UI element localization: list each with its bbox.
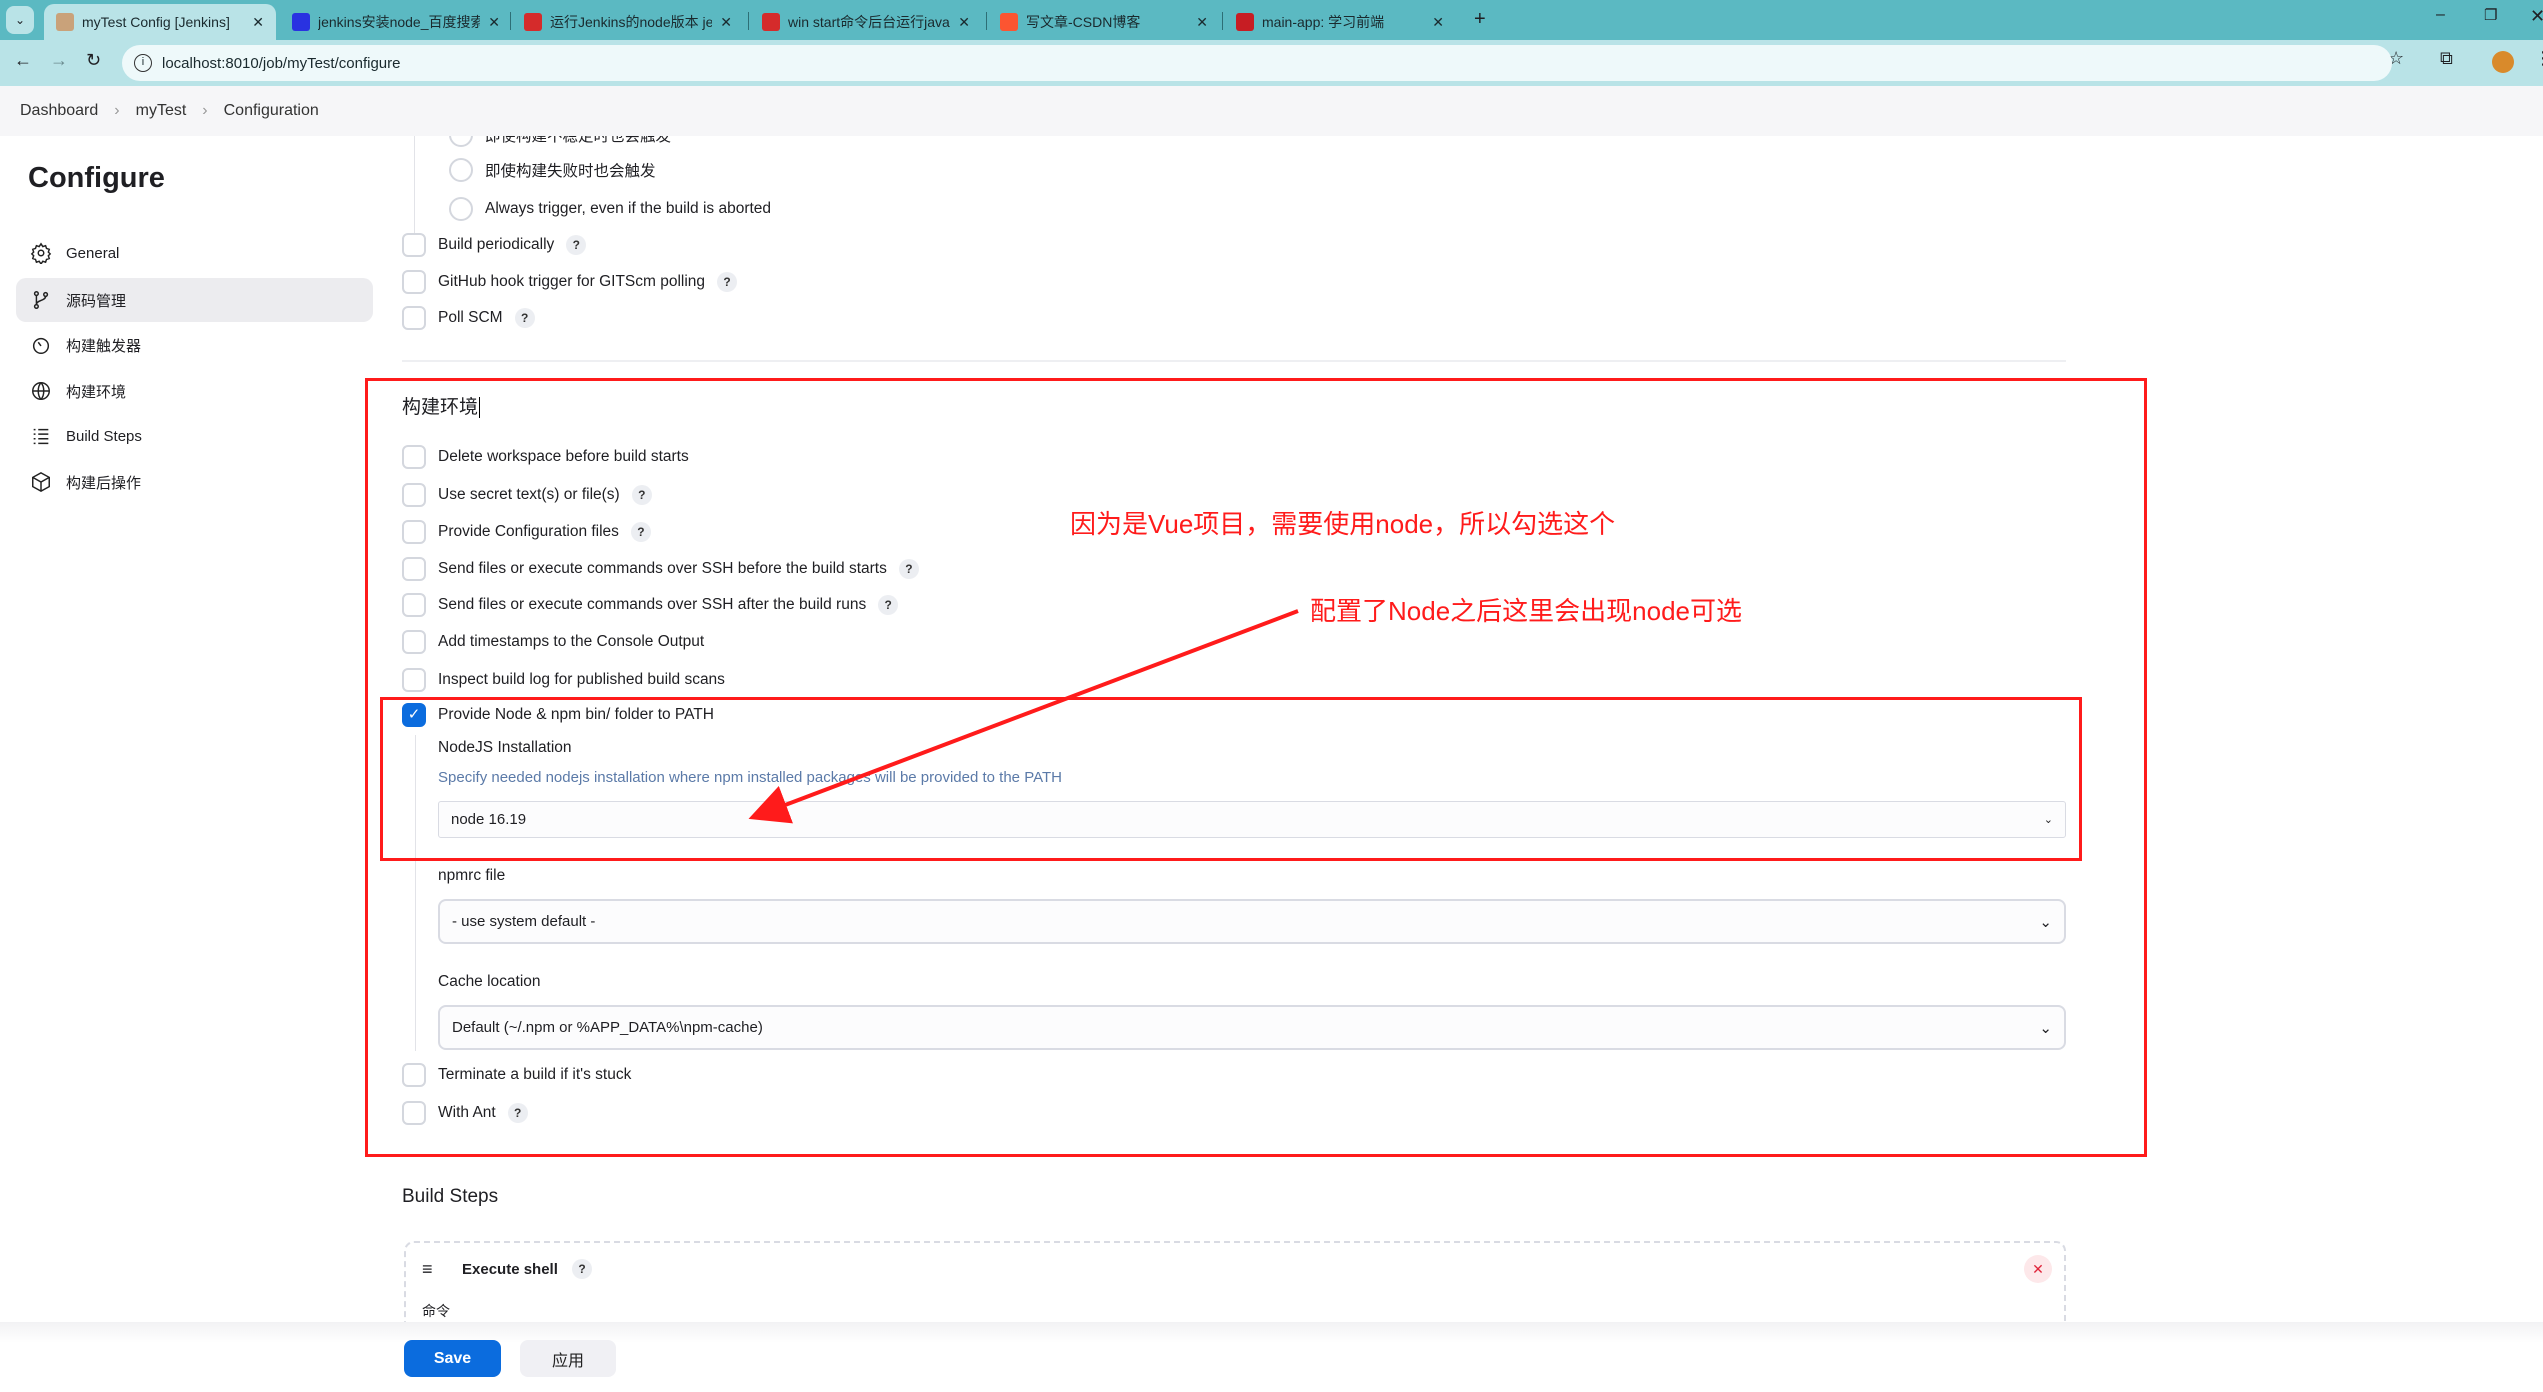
breadcrumb: Dashboard › myTest › Configuration [0,86,2543,136]
chevron-right-icon: › [202,102,208,119]
chevron-right-icon: › [114,102,120,119]
breadcrumb-dashboard[interactable]: Dashboard [20,102,98,120]
breadcrumb-configuration[interactable]: Configuration [224,102,319,120]
annotation-arrow [748,609,1299,824]
breadcrumb-job[interactable]: myTest [136,102,187,120]
